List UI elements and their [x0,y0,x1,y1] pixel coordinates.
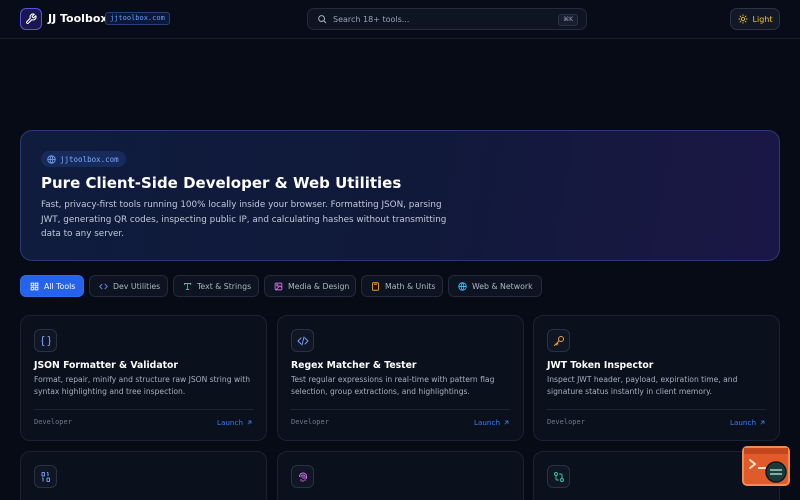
launch-label: Launch [473,418,500,427]
floating-terminal-widget[interactable] [742,446,790,486]
card-title: Regex Matcher & Tester [291,360,417,371]
hero-title: Pure Client-Side Developer & Web Utiliti… [41,174,402,192]
hero-description: Fast, privacy-first tools running 100% l… [41,200,447,239]
search-shortcut: ⌘K [558,14,578,26]
code-icon [296,336,309,345]
theme-toggle-button[interactable]: Light [730,8,780,30]
card-icon-box [291,465,314,488]
type-icon [184,282,191,290]
card-icon-box [291,329,314,352]
tab-media-design[interactable]: Media & Design [264,275,356,297]
grid-icon [30,282,39,290]
card-description: Format, repair, minify and structure raw… [34,375,251,396]
card-divider [547,409,766,410]
arrow-up-right-icon [504,420,509,425]
calculator-icon [372,281,379,291]
card-icon-box [547,329,570,352]
launch-link[interactable]: Launch [730,418,766,427]
card-category: Developer [34,418,72,426]
tab-label: Media & Design [288,281,350,291]
globe-icon [458,281,467,291]
tab-web-network[interactable]: Web & Network [448,275,542,297]
launch-link[interactable]: Launch [217,418,253,427]
tab-dev-utilities[interactable]: Dev Utilities [89,275,168,297]
launch-label: Launch [729,418,756,427]
tab-label: All Tools [44,281,76,291]
search-input[interactable]: Search 18+ tools... ⌘K [307,8,587,30]
braces-icon [40,335,51,346]
card-category: Developer [547,418,585,426]
tab-label: Dev Utilities [113,281,161,291]
logo[interactable] [20,8,42,30]
card-category: Developer [291,418,329,426]
globe-icon [47,154,56,164]
card-title: JSON Formatter & Validator [34,360,179,371]
card-icon-box [34,465,57,488]
hero-banner: jjtoolbox.com Pure Client-Side Developer… [20,130,780,261]
tool-card[interactable] [20,451,267,500]
top-bar: JJ Toolbox jjtoolbox.com Search 18+ tool… [0,0,800,39]
image-icon [274,282,283,290]
sun-icon [737,14,748,24]
brand-name[interactable]: JJ Toolbox [48,12,107,25]
tool-card[interactable] [277,451,524,500]
git-compare-icon [553,471,564,482]
hero-domain-text: jjtoolbox.com [60,154,119,164]
domain-badge: jjtoolbox.com [105,12,170,25]
card-divider [34,409,253,410]
tab-label: Math & Units [385,281,436,291]
fingerprint-icon [298,472,307,482]
card-icon-box [547,465,570,488]
wrench-icon [25,13,37,25]
hero-domain-pill: jjtoolbox.com [41,151,126,167]
tab-math-units[interactable]: Math & Units [361,275,443,297]
code-icon [99,283,108,289]
card-divider [291,409,510,410]
search-placeholder: Search 18+ tools... [333,15,410,24]
tool-card-regex-tester[interactable]: Regex Matcher & Tester Test regular expr… [277,315,524,441]
tab-label: Web & Network [472,281,533,291]
card-description: Test regular expressions in real-time wi… [291,375,495,396]
tab-label: Text & Strings [197,281,252,291]
tab-all-tools[interactable]: All Tools [20,275,84,297]
theme-toggle-label: Light [752,14,773,24]
arrow-up-right-icon [247,420,252,425]
launch-link[interactable]: Launch [474,418,510,427]
card-description: Inspect JWT header, payload, expiration … [547,375,738,396]
card-icon-box [34,329,57,352]
search-icon [318,15,327,24]
binary-icon [41,471,50,482]
tool-card-json-formatter[interactable]: JSON Formatter & Validator Format, repai… [20,315,267,441]
terminal-icon [744,448,788,483]
tab-text-strings[interactable]: Text & Strings [173,275,259,297]
card-title: JWT Token Inspector [547,360,654,371]
key-icon [553,335,564,346]
tool-card-jwt-inspector[interactable]: JWT Token Inspector Inspect JWT header, … [533,315,780,441]
launch-label: Launch [216,418,243,427]
arrow-up-right-icon [760,420,765,425]
